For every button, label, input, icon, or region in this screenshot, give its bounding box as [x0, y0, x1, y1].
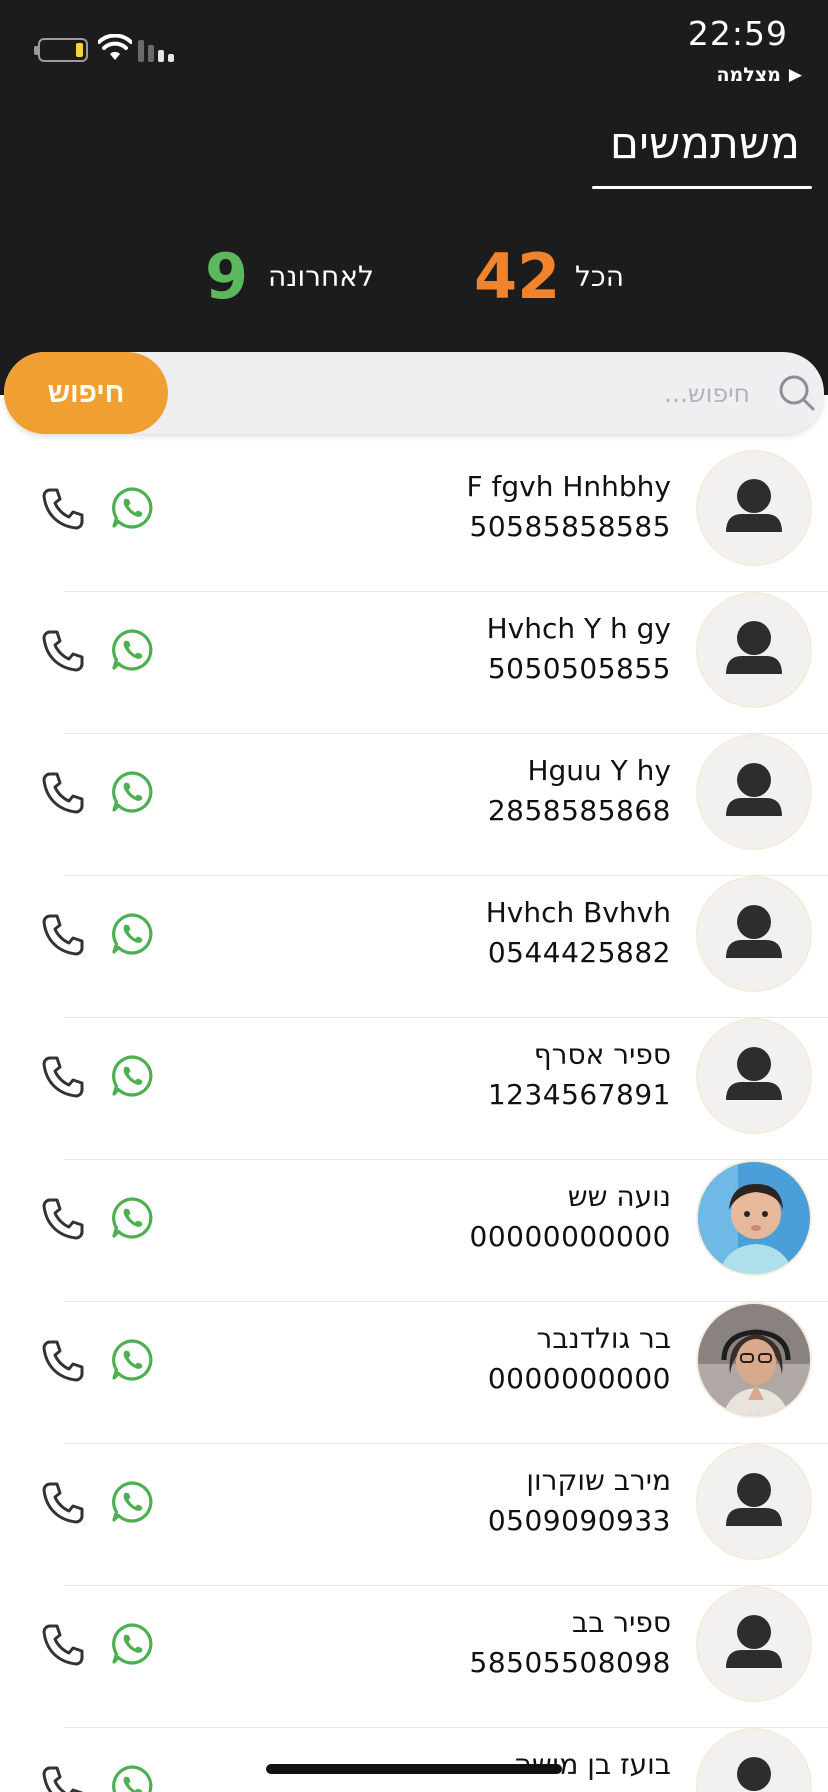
- battery-icon: [34, 38, 88, 62]
- whatsapp-icon[interactable]: [110, 912, 154, 956]
- contact-name: ספיר בב: [572, 1606, 671, 1639]
- contact-phone: 00000000000: [469, 1220, 671, 1253]
- whatsapp-icon[interactable]: [110, 1196, 154, 1240]
- phone-call-icon[interactable]: [40, 1622, 86, 1668]
- phone-call-icon[interactable]: [40, 1764, 86, 1792]
- back-app-label: מצלמה: [716, 64, 781, 86]
- avatar-photo: [696, 1302, 812, 1418]
- back-to-app-link[interactable]: ▶ מצלמה: [716, 64, 802, 86]
- app-header: 22:59 ▶ מצלמה משתמשים הכל 42 לאחרונה 9: [0, 0, 828, 395]
- avatar: [696, 1586, 812, 1702]
- phone-call-icon[interactable]: [40, 1480, 86, 1526]
- home-indicator: [266, 1764, 562, 1774]
- back-arrow-icon: ▶: [788, 65, 802, 85]
- phone-call-icon[interactable]: [40, 486, 86, 532]
- contact-phone: 0509090933: [487, 1504, 671, 1537]
- avatar: [696, 876, 812, 992]
- avatar: [696, 1018, 812, 1134]
- contact-name: Hvhch Y h gy: [486, 612, 671, 645]
- avatar: [696, 1728, 812, 1792]
- contact-row[interactable]: בר גולדנבר 0000000000: [0, 1302, 828, 1444]
- avatar: [696, 450, 812, 566]
- avatar: [696, 1444, 812, 1560]
- stat-recent-count: 9: [205, 240, 249, 313]
- status-time: 22:59: [687, 14, 788, 53]
- whatsapp-icon[interactable]: [110, 1480, 154, 1524]
- stat-all-count: 42: [474, 240, 561, 313]
- whatsapp-icon[interactable]: [110, 1764, 154, 1792]
- signal-icon: [138, 38, 180, 62]
- avatar: [696, 734, 812, 850]
- contact-name: F fgvh Hnhbhy: [466, 470, 672, 503]
- stat-all-label: הכל: [575, 260, 625, 293]
- contact-name: בר גולדנבר: [536, 1322, 671, 1355]
- title-underline: [592, 186, 812, 189]
- contact-phone: 0544425882: [487, 936, 671, 969]
- contact-phone: 58505508098: [469, 1646, 671, 1679]
- phone-call-icon[interactable]: [40, 628, 86, 674]
- search-button[interactable]: חיפוש: [4, 352, 168, 434]
- contact-row[interactable]: ספיר אסרף 1234567891: [0, 1018, 828, 1160]
- contact-phone: 0000000000: [487, 1362, 671, 1395]
- whatsapp-icon[interactable]: [110, 1622, 154, 1666]
- contact-phone: 50585858585: [469, 510, 671, 543]
- phone-call-icon[interactable]: [40, 1338, 86, 1384]
- avatar: [696, 592, 812, 708]
- phone-call-icon[interactable]: [40, 1054, 86, 1100]
- search-icon: [779, 375, 815, 411]
- phone-call-icon[interactable]: [40, 770, 86, 816]
- contact-row[interactable]: F fgvh Hnhbhy 50585858585: [0, 450, 828, 592]
- whatsapp-icon[interactable]: [110, 770, 154, 814]
- contact-name: מירב שוקרון: [526, 1464, 671, 1497]
- contact-name: Hvhch Bvhvh: [485, 896, 671, 929]
- phone-call-icon[interactable]: [40, 912, 86, 958]
- contact-row[interactable]: מירב שוקרון 0509090933: [0, 1444, 828, 1586]
- contact-phone: 2858585868: [487, 794, 671, 827]
- avatar-photo: [696, 1160, 812, 1276]
- whatsapp-icon[interactable]: [110, 1054, 154, 1098]
- contact-name: ספיר אסרף: [533, 1038, 671, 1071]
- phone-call-icon[interactable]: [40, 1196, 86, 1242]
- contact-row[interactable]: נועה שש 00000000000: [0, 1160, 828, 1302]
- page-title: משתמשים: [609, 118, 800, 169]
- contact-row[interactable]: Hguu Y hy 2858585868: [0, 734, 828, 876]
- stat-recent-label: לאחרונה: [268, 260, 374, 293]
- contact-row[interactable]: Hvhch Bvhvh 0544425882: [0, 876, 828, 1018]
- contact-phone: 5050505855: [487, 652, 671, 685]
- whatsapp-icon[interactable]: [110, 486, 154, 530]
- contact-row[interactable]: בועז בן מושה: [0, 1728, 828, 1792]
- contact-name: Hguu Y hy: [527, 754, 671, 787]
- whatsapp-icon[interactable]: [110, 1338, 154, 1382]
- search-input[interactable]: [180, 366, 750, 420]
- contact-row[interactable]: ספיר בב 58505508098: [0, 1586, 828, 1728]
- whatsapp-icon[interactable]: [110, 628, 154, 672]
- wifi-icon: [98, 34, 132, 60]
- contact-name: נועה שש: [567, 1180, 671, 1213]
- contact-row[interactable]: Hvhch Y h gy 5050505855: [0, 592, 828, 734]
- contact-phone: 1234567891: [487, 1078, 671, 1111]
